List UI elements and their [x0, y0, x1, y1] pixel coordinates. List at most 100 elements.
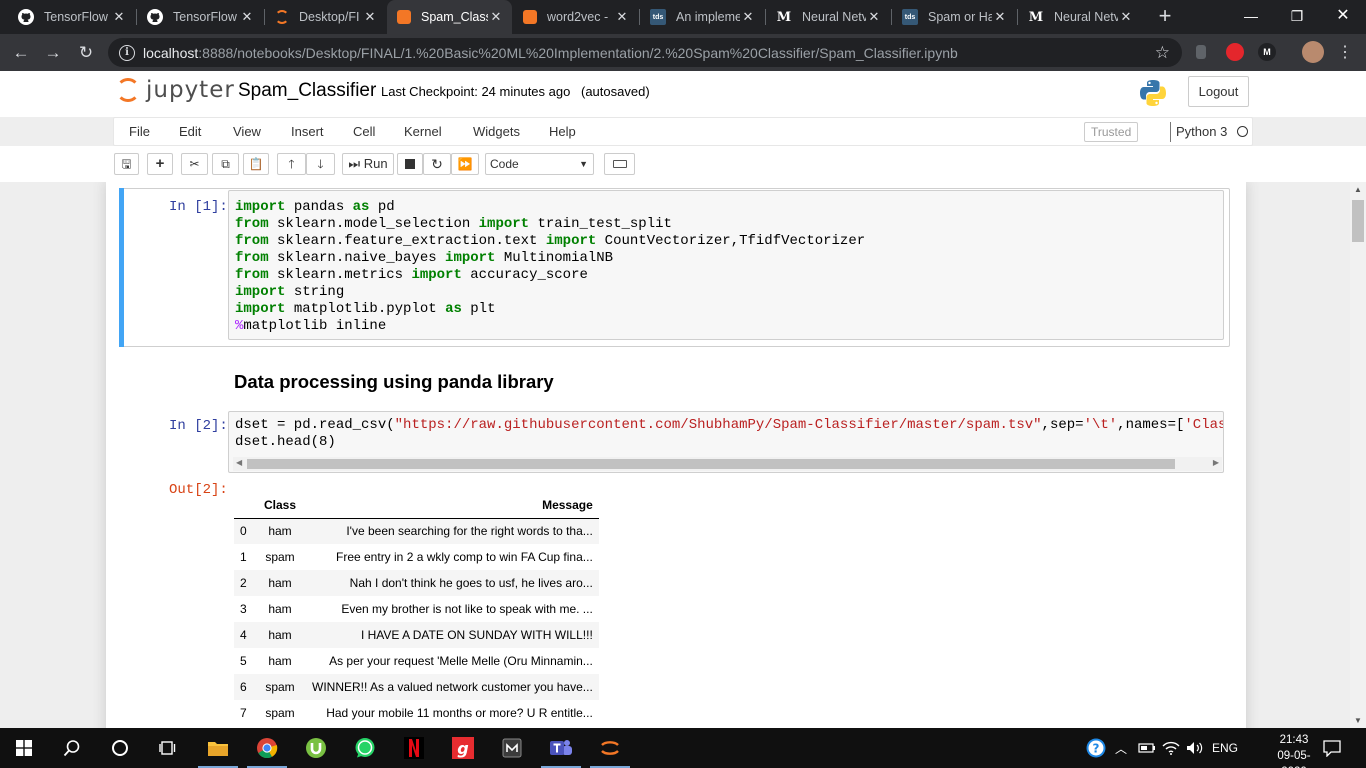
paste-icon: 📋: [248, 157, 264, 171]
browser-tab-active[interactable]: Spam_Class ✕: [387, 0, 512, 34]
menu-kebab-icon[interactable]: ⋮: [1332, 40, 1358, 66]
reload-button[interactable]: ↻: [73, 40, 99, 66]
jupyter-taskbar-button[interactable]: [586, 728, 634, 768]
system-clock[interactable]: 21:43 09-05-2020: [1268, 732, 1320, 768]
paste-button[interactable]: 📋: [243, 153, 269, 175]
close-icon[interactable]: ✕: [992, 9, 1008, 25]
menu-file[interactable]: File: [129, 124, 150, 139]
scroll-right-icon[interactable]: ▶: [1213, 458, 1219, 467]
menu-help[interactable]: Help: [549, 124, 576, 139]
run-button[interactable]: ⏭ Run: [342, 153, 394, 175]
scroll-up-icon[interactable]: ▲: [1354, 185, 1362, 194]
back-button[interactable]: ←: [8, 40, 34, 66]
browser-tab[interactable]: TensorFlow ✕: [137, 0, 263, 34]
close-icon[interactable]: ✕: [740, 9, 756, 25]
cut-button[interactable]: ✂: [181, 153, 208, 175]
browser-tab[interactable]: TensorFlow ✕: [8, 0, 135, 34]
extension-icon[interactable]: [1226, 43, 1244, 61]
browser-tab[interactable]: tds Spam or Ha ✕: [892, 0, 1016, 34]
scrollbar-thumb[interactable]: [1352, 200, 1364, 242]
tab-label: word2vec -: [547, 10, 609, 24]
close-icon[interactable]: ✕: [488, 9, 504, 25]
whatsapp-icon: [355, 738, 375, 758]
close-icon[interactable]: ✕: [362, 9, 378, 25]
restore-button[interactable]: ❐: [1274, 0, 1320, 34]
avatar[interactable]: [1302, 41, 1324, 63]
notebook-name[interactable]: Spam_Classifier: [238, 80, 376, 102]
insert-cell-button[interactable]: +: [147, 153, 173, 175]
command-palette-button[interactable]: [604, 153, 635, 175]
stop-icon: [405, 159, 415, 169]
address-bar[interactable]: i localhost:8888/notebooks/Desktop/FINAL…: [108, 38, 1182, 67]
cell-type-value: Code: [490, 157, 519, 171]
teams-button[interactable]: [537, 728, 585, 768]
search-button[interactable]: [48, 728, 96, 768]
horizontal-scrollbar[interactable]: ◀ ▶: [233, 457, 1222, 471]
close-icon[interactable]: ✕: [1118, 9, 1134, 25]
tab-label: An impleme: [676, 10, 740, 24]
menu-insert[interactable]: Insert: [291, 124, 324, 139]
scrollbar-thumb[interactable]: [247, 459, 1175, 469]
close-icon[interactable]: ✕: [614, 9, 630, 25]
move-up-button[interactable]: 🡑: [277, 153, 306, 175]
chrome-icon: [257, 738, 278, 759]
code-editor[interactable]: import pandas as pd from sklearn.model_s…: [228, 190, 1224, 340]
show-hidden-icons-chevron-icon[interactable]: ︿: [1115, 728, 1127, 768]
notebook-toolbar: 🖫 + ✂ ⧉ 📋 🡑 🡓 ⏭ Run ↻ ⏩ Code ▼: [0, 146, 1366, 182]
browser-toolbar: ← → ↻ i localhost:8888/notebooks/Desktop…: [0, 34, 1366, 71]
menu-cell[interactable]: Cell: [353, 124, 375, 139]
battery-icon[interactable]: [1138, 728, 1156, 768]
vertical-scrollbar[interactable]: ▲ ▼: [1350, 182, 1366, 728]
menu-widgets[interactable]: Widgets: [473, 124, 520, 139]
copy-button[interactable]: ⧉: [212, 153, 239, 175]
move-down-button[interactable]: 🡓: [306, 153, 335, 175]
menu-kernel[interactable]: Kernel: [404, 124, 442, 139]
arrow-down-icon: 🡓: [317, 157, 324, 171]
bookmark-star-icon[interactable]: ☆: [1155, 43, 1170, 63]
jupyter-logo[interactable]: jupyter: [116, 77, 235, 103]
netflix-button[interactable]: [390, 728, 438, 768]
new-tab-button[interactable]: +: [1153, 4, 1177, 28]
logout-button[interactable]: Logout: [1188, 76, 1249, 107]
scroll-left-icon[interactable]: ◀: [236, 458, 242, 467]
forward-button[interactable]: →: [40, 40, 66, 66]
gaana-button[interactable]: g: [439, 728, 487, 768]
browser-tab[interactable]: word2vec - ✕: [513, 0, 638, 34]
close-window-button[interactable]: ✕: [1320, 0, 1366, 34]
cell-type-select[interactable]: Code ▼: [485, 153, 594, 175]
volume-icon[interactable]: [1186, 728, 1204, 768]
help-tray-icon[interactable]: ?: [1086, 728, 1106, 768]
file-explorer-button[interactable]: [194, 728, 242, 768]
task-view-button[interactable]: [144, 728, 192, 768]
notifications-button[interactable]: [1322, 728, 1342, 768]
browser-tab[interactable]: M Neural Netv ✕: [1018, 0, 1142, 34]
close-icon[interactable]: ✕: [111, 9, 127, 25]
restart-kernel-button[interactable]: ↻: [423, 153, 451, 175]
menu-view[interactable]: View: [233, 124, 261, 139]
extension-icon[interactable]: [1196, 45, 1206, 59]
browser-tab[interactable]: tds An impleme ✕: [640, 0, 764, 34]
input-language[interactable]: ENG: [1212, 728, 1238, 768]
markdown-heading[interactable]: Data processing using panda library: [234, 371, 554, 393]
browser-tab[interactable]: M Neural Netv ✕: [766, 0, 890, 34]
extension-icon[interactable]: M: [1258, 43, 1276, 61]
cell-message: As per your request 'Melle Melle (Oru Mi…: [329, 654, 593, 668]
wifi-icon[interactable]: [1162, 728, 1180, 768]
trusted-badge[interactable]: Trusted: [1084, 122, 1139, 142]
save-button[interactable]: 🖫: [114, 153, 139, 175]
menu-edit[interactable]: Edit: [179, 124, 201, 139]
interrupt-button[interactable]: [397, 153, 423, 175]
whatsapp-button[interactable]: [341, 728, 389, 768]
app-button[interactable]: [488, 728, 536, 768]
close-icon[interactable]: ✕: [866, 9, 882, 25]
minimize-button[interactable]: —: [1228, 0, 1274, 34]
info-icon[interactable]: i: [119, 44, 135, 61]
cortana-button[interactable]: [96, 728, 144, 768]
scroll-down-icon[interactable]: ▼: [1354, 716, 1362, 725]
chrome-button[interactable]: [243, 728, 291, 768]
close-icon[interactable]: ✕: [239, 9, 255, 25]
browser-tab[interactable]: Desktop/FI ✕: [265, 0, 386, 34]
utorrent-button[interactable]: [292, 728, 340, 768]
start-button[interactable]: [0, 728, 48, 768]
restart-run-all-button[interactable]: ⏩: [451, 153, 479, 175]
